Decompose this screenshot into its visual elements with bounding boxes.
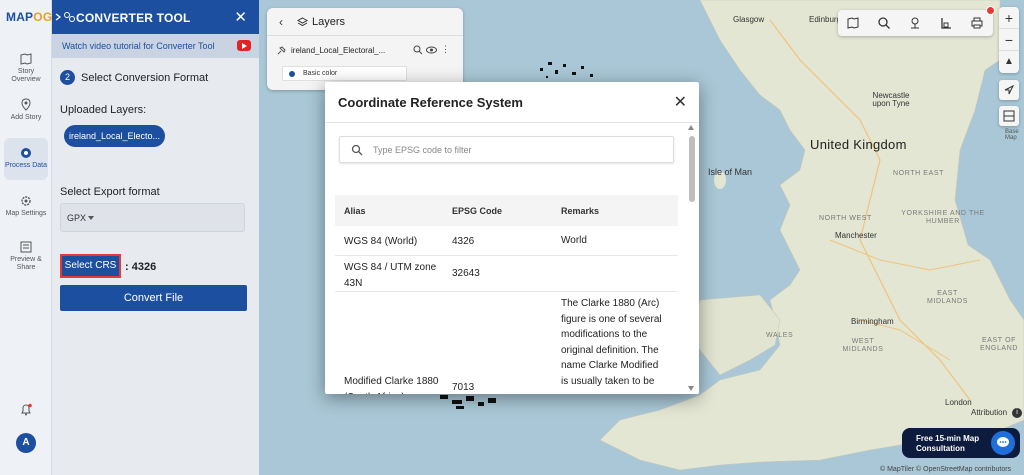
converter-icon [55, 12, 75, 22]
export-format-select[interactable]: GPX [60, 203, 245, 232]
preview-icon [20, 241, 32, 253]
left-rail: MAPOG Story Overview Add Story Process D… [0, 0, 52, 475]
epsg-search-field[interactable] [339, 136, 674, 163]
epsg-search-input[interactable] [373, 142, 663, 158]
chevron-down-icon [88, 216, 94, 220]
rail-item-label: Story Overview [11, 68, 41, 84]
cell-alias: Modified Clarke 1880 (South Africa) [344, 376, 439, 394]
cell-alias: WGS 84 / UTM zone 43N [344, 262, 437, 289]
modal-header: Coordinate Reference System ✕ [325, 82, 699, 123]
youtube-icon [237, 40, 251, 51]
converter-panel: CONVERTER TOOL ✕ Watch video tutorial fo… [52, 0, 259, 475]
column-header-alias[interactable]: Alias [344, 206, 444, 216]
rail-item-label: Add Story [10, 114, 42, 121]
column-header-remarks[interactable]: Remarks [561, 206, 666, 216]
table-row[interactable]: WGS 84 / UTM zone 43N 32643 [335, 256, 678, 292]
table-row[interactable]: WGS 84 (World) 4326 World [335, 226, 678, 256]
gear-icon [21, 196, 31, 206]
tutorial-link-text: Watch video tutorial for Converter Tool [62, 41, 215, 51]
tutorial-link[interactable]: Watch video tutorial for Converter Tool [52, 34, 259, 58]
rail-item-process-data[interactable]: Process Data [4, 138, 48, 180]
search-icon [351, 144, 363, 156]
export-format-value: GPX [67, 213, 87, 223]
rail-item-map-settings[interactable]: Map Settings [4, 194, 48, 228]
cell-alias: WGS 84 (World) [344, 236, 418, 247]
cell-epsg: 4326 [452, 236, 475, 247]
rail-item-preview-share[interactable]: Preview & Share [4, 240, 48, 274]
crs-modal: Coordinate Reference System ✕ Alias EPSG… [325, 82, 699, 394]
column-header-epsg[interactable]: EPSG Code [452, 206, 542, 216]
step-heading: 2 Select Conversion Format [60, 70, 208, 85]
uploaded-layer-chip[interactable]: ireland_Local_Electo... [64, 125, 165, 147]
step-number-badge: 2 [60, 70, 75, 85]
notification-button[interactable] [0, 403, 52, 420]
avatar: A [16, 433, 36, 453]
selected-crs-value: : 4326 [125, 261, 157, 273]
scroll-down-icon[interactable] [688, 386, 694, 391]
scroll-up-icon[interactable] [688, 125, 694, 130]
cell-remarks: The Clarke 1880 (Arc) figure is one of s… [561, 298, 662, 387]
rail-item-label: Process Data [4, 162, 48, 169]
bell-icon [21, 403, 32, 416]
rail-item-label: Map Settings [5, 210, 47, 217]
scroll-thumb[interactable] [689, 136, 695, 202]
panel-title: CONVERTER TOOL [76, 11, 191, 25]
close-icon[interactable]: ✕ [674, 92, 687, 112]
cell-remarks: World [561, 235, 587, 246]
panel-header: CONVERTER TOOL ✕ [52, 0, 259, 34]
table-header: Alias EPSG Code Remarks [335, 195, 678, 226]
export-format-label: Select Export format [60, 186, 160, 198]
table-row[interactable]: Modified Clarke 1880 (South Africa) 7013… [335, 292, 678, 394]
select-crs-button[interactable]: Select CRS [60, 254, 121, 278]
rail-item-story-overview[interactable]: Story Overview [4, 52, 48, 86]
location-pin-icon [21, 98, 31, 111]
user-avatar-button[interactable]: A [0, 433, 52, 453]
cell-epsg: 7013 [452, 382, 475, 393]
uploaded-layers-label: Uploaded Layers: [60, 104, 147, 116]
rail-item-add-story[interactable]: Add Story [4, 98, 48, 132]
map-book-icon [20, 53, 32, 65]
rail-item-label: Preview & Share [10, 256, 42, 272]
close-icon[interactable]: ✕ [234, 8, 247, 26]
modal-title: Coordinate Reference System [338, 95, 523, 110]
modal-scrollbar[interactable] [687, 125, 697, 394]
step-title: Select Conversion Format [81, 71, 209, 84]
crs-table: Alias EPSG Code Remarks WGS 84 (World) 4… [335, 195, 678, 394]
process-data-icon [21, 148, 31, 158]
cell-epsg: 32643 [452, 268, 480, 279]
app-logo[interactable]: MAPOG [6, 10, 52, 24]
convert-file-button[interactable]: Convert File [60, 285, 247, 311]
